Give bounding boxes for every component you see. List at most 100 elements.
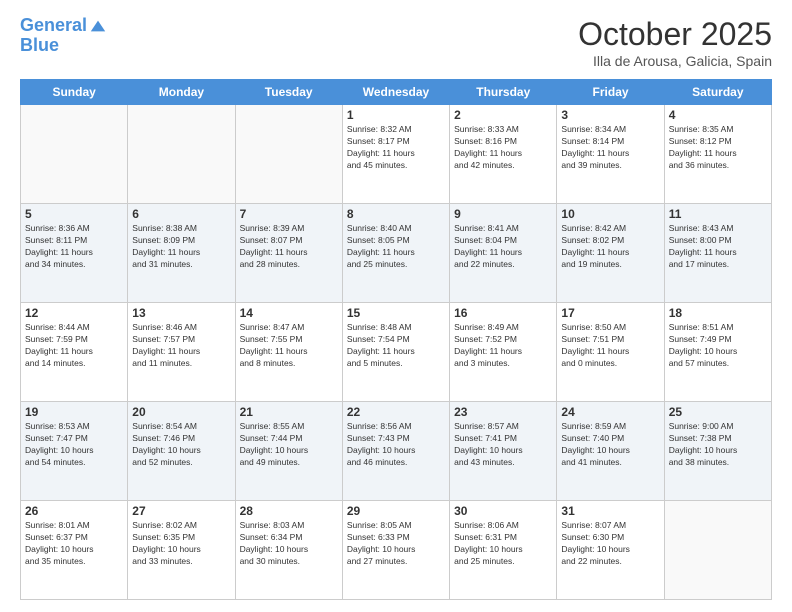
day-info: Sunrise: 8:34 AM Sunset: 8:14 PM Dayligh… <box>561 124 659 172</box>
calendar-cell <box>235 105 342 204</box>
day-number: 20 <box>132 405 230 419</box>
calendar-cell: 8Sunrise: 8:40 AM Sunset: 8:05 PM Daylig… <box>342 204 449 303</box>
calendar-cell: 9 Sunrise: 8:41 AM Sunset: 8:04 PM Daylig… <box>450 204 557 303</box>
calendar-cell: 23 Sunrise: 8:57 AM Sunset: 7:41 PM Dayli… <box>450 402 557 501</box>
day-info: Sunrise: 8:49 AM Sunset: 7:52 PM Dayligh… <box>454 322 552 370</box>
calendar-table: Sunday Monday Tuesday Wednesday Thursday… <box>20 79 772 600</box>
day-info: Sunrise: 8:06 AM Sunset: 6:31 PM Dayligh… <box>454 520 552 568</box>
day-number: 22 <box>347 405 445 419</box>
title-block: October 2025 Illa de Arousa, Galicia, Sp… <box>578 16 772 69</box>
day-info: Sunrise: 8:39 AM Sunset: 8:07 PM Dayligh… <box>240 223 338 271</box>
day-number: 2 <box>454 108 552 122</box>
day-number: 15 <box>347 306 445 320</box>
day-number: 31 <box>561 504 659 518</box>
calendar-week-row: 26Sunrise: 8:01 AM Sunset: 6:37 PM Dayli… <box>21 501 772 600</box>
calendar-cell: 7 Sunrise: 8:39 AM Sunset: 8:07 PM Daylig… <box>235 204 342 303</box>
col-tuesday: Tuesday <box>235 80 342 105</box>
day-number: 25 <box>669 405 767 419</box>
calendar-cell: 2 Sunrise: 8:33 AM Sunset: 8:16 PM Daylig… <box>450 105 557 204</box>
day-info: Sunrise: 8:40 AM Sunset: 8:05 PM Dayligh… <box>347 223 445 271</box>
page: General Blue October 2025 Illa de Arousa… <box>0 0 792 612</box>
logo-blue: Blue <box>20 36 107 56</box>
day-number: 4 <box>669 108 767 122</box>
day-number: 6 <box>132 207 230 221</box>
day-info: Sunrise: 8:32 AM Sunset: 8:17 PM Dayligh… <box>347 124 445 172</box>
day-info: Sunrise: 8:43 AM Sunset: 8:00 PM Dayligh… <box>669 223 767 271</box>
calendar-header-row: Sunday Monday Tuesday Wednesday Thursday… <box>21 80 772 105</box>
day-info: Sunrise: 8:42 AM Sunset: 8:02 PM Dayligh… <box>561 223 659 271</box>
day-number: 30 <box>454 504 552 518</box>
logo-text: General <box>20 16 87 36</box>
day-info: Sunrise: 8:55 AM Sunset: 7:44 PM Dayligh… <box>240 421 338 469</box>
day-number: 21 <box>240 405 338 419</box>
day-number: 24 <box>561 405 659 419</box>
calendar-week-row: 5Sunrise: 8:36 AM Sunset: 8:11 PM Daylig… <box>21 204 772 303</box>
day-number: 13 <box>132 306 230 320</box>
day-info: Sunrise: 8:57 AM Sunset: 7:41 PM Dayligh… <box>454 421 552 469</box>
calendar-cell: 17Sunrise: 8:50 AM Sunset: 7:51 PM Dayli… <box>557 303 664 402</box>
col-monday: Monday <box>128 80 235 105</box>
day-info: Sunrise: 8:41 AM Sunset: 8:04 PM Dayligh… <box>454 223 552 271</box>
day-number: 28 <box>240 504 338 518</box>
calendar-week-row: 1 Sunrise: 8:32 AM Sunset: 8:17 PM Daylig… <box>21 105 772 204</box>
calendar-cell: 22Sunrise: 8:56 AM Sunset: 7:43 PM Dayli… <box>342 402 449 501</box>
calendar-cell: 18Sunrise: 8:51 AM Sunset: 7:49 PM Dayli… <box>664 303 771 402</box>
day-number: 3 <box>561 108 659 122</box>
day-number: 7 <box>240 207 338 221</box>
calendar-cell: 5Sunrise: 8:36 AM Sunset: 8:11 PM Daylig… <box>21 204 128 303</box>
day-number: 16 <box>454 306 552 320</box>
calendar-cell: 1 Sunrise: 8:32 AM Sunset: 8:17 PM Daylig… <box>342 105 449 204</box>
calendar-cell: 3 Sunrise: 8:34 AM Sunset: 8:14 PM Daylig… <box>557 105 664 204</box>
day-number: 10 <box>561 207 659 221</box>
day-number: 12 <box>25 306 123 320</box>
calendar-cell: 27 Sunrise: 8:02 AM Sunset: 6:35 PM Dayli… <box>128 501 235 600</box>
calendar-cell: 10 Sunrise: 8:42 AM Sunset: 8:02 PM Dayli… <box>557 204 664 303</box>
day-info: Sunrise: 8:38 AM Sunset: 8:09 PM Dayligh… <box>132 223 230 271</box>
day-number: 23 <box>454 405 552 419</box>
day-number: 14 <box>240 306 338 320</box>
day-number: 9 <box>454 207 552 221</box>
calendar-cell: 24Sunrise: 8:59 AM Sunset: 7:40 PM Dayli… <box>557 402 664 501</box>
location: Illa de Arousa, Galicia, Spain <box>578 53 772 69</box>
calendar-cell: 19Sunrise: 8:53 AM Sunset: 7:47 PM Dayli… <box>21 402 128 501</box>
day-number: 19 <box>25 405 123 419</box>
month-title: October 2025 <box>578 16 772 53</box>
day-info: Sunrise: 8:03 AM Sunset: 6:34 PM Dayligh… <box>240 520 338 568</box>
calendar-cell: 21 Sunrise: 8:55 AM Sunset: 7:44 PM Dayli… <box>235 402 342 501</box>
calendar-cell: 6 Sunrise: 8:38 AM Sunset: 8:09 PM Daylig… <box>128 204 235 303</box>
day-info: Sunrise: 8:46 AM Sunset: 7:57 PM Dayligh… <box>132 322 230 370</box>
logo-general: General <box>20 15 87 35</box>
day-info: Sunrise: 9:00 AM Sunset: 7:38 PM Dayligh… <box>669 421 767 469</box>
calendar-week-row: 19Sunrise: 8:53 AM Sunset: 7:47 PM Dayli… <box>21 402 772 501</box>
col-saturday: Saturday <box>664 80 771 105</box>
calendar-cell: 12 Sunrise: 8:44 AM Sunset: 7:59 PM Dayli… <box>21 303 128 402</box>
calendar-cell: 4Sunrise: 8:35 AM Sunset: 8:12 PM Daylig… <box>664 105 771 204</box>
day-info: Sunrise: 8:33 AM Sunset: 8:16 PM Dayligh… <box>454 124 552 172</box>
day-number: 1 <box>347 108 445 122</box>
calendar-cell: 29 Sunrise: 8:05 AM Sunset: 6:33 PM Dayli… <box>342 501 449 600</box>
day-number: 29 <box>347 504 445 518</box>
day-info: Sunrise: 8:02 AM Sunset: 6:35 PM Dayligh… <box>132 520 230 568</box>
calendar-cell: 30 Sunrise: 8:06 AM Sunset: 6:31 PM Dayli… <box>450 501 557 600</box>
calendar-cell <box>664 501 771 600</box>
col-wednesday: Wednesday <box>342 80 449 105</box>
col-friday: Friday <box>557 80 664 105</box>
logo-icon <box>89 17 107 35</box>
calendar-cell <box>128 105 235 204</box>
col-thursday: Thursday <box>450 80 557 105</box>
calendar-cell: 13 Sunrise: 8:46 AM Sunset: 7:57 PM Dayli… <box>128 303 235 402</box>
calendar-cell: 11Sunrise: 8:43 AM Sunset: 8:00 PM Dayli… <box>664 204 771 303</box>
col-sunday: Sunday <box>21 80 128 105</box>
day-number: 5 <box>25 207 123 221</box>
day-info: Sunrise: 8:47 AM Sunset: 7:55 PM Dayligh… <box>240 322 338 370</box>
calendar-cell: 31 Sunrise: 8:07 AM Sunset: 6:30 PM Dayli… <box>557 501 664 600</box>
day-info: Sunrise: 8:44 AM Sunset: 7:59 PM Dayligh… <box>25 322 123 370</box>
calendar-cell <box>21 105 128 204</box>
day-info: Sunrise: 8:05 AM Sunset: 6:33 PM Dayligh… <box>347 520 445 568</box>
calendar-cell: 28 Sunrise: 8:03 AM Sunset: 6:34 PM Dayli… <box>235 501 342 600</box>
day-info: Sunrise: 8:50 AM Sunset: 7:51 PM Dayligh… <box>561 322 659 370</box>
day-number: 26 <box>25 504 123 518</box>
day-info: Sunrise: 8:07 AM Sunset: 6:30 PM Dayligh… <box>561 520 659 568</box>
calendar-cell: 14 Sunrise: 8:47 AM Sunset: 7:55 PM Dayli… <box>235 303 342 402</box>
day-number: 27 <box>132 504 230 518</box>
